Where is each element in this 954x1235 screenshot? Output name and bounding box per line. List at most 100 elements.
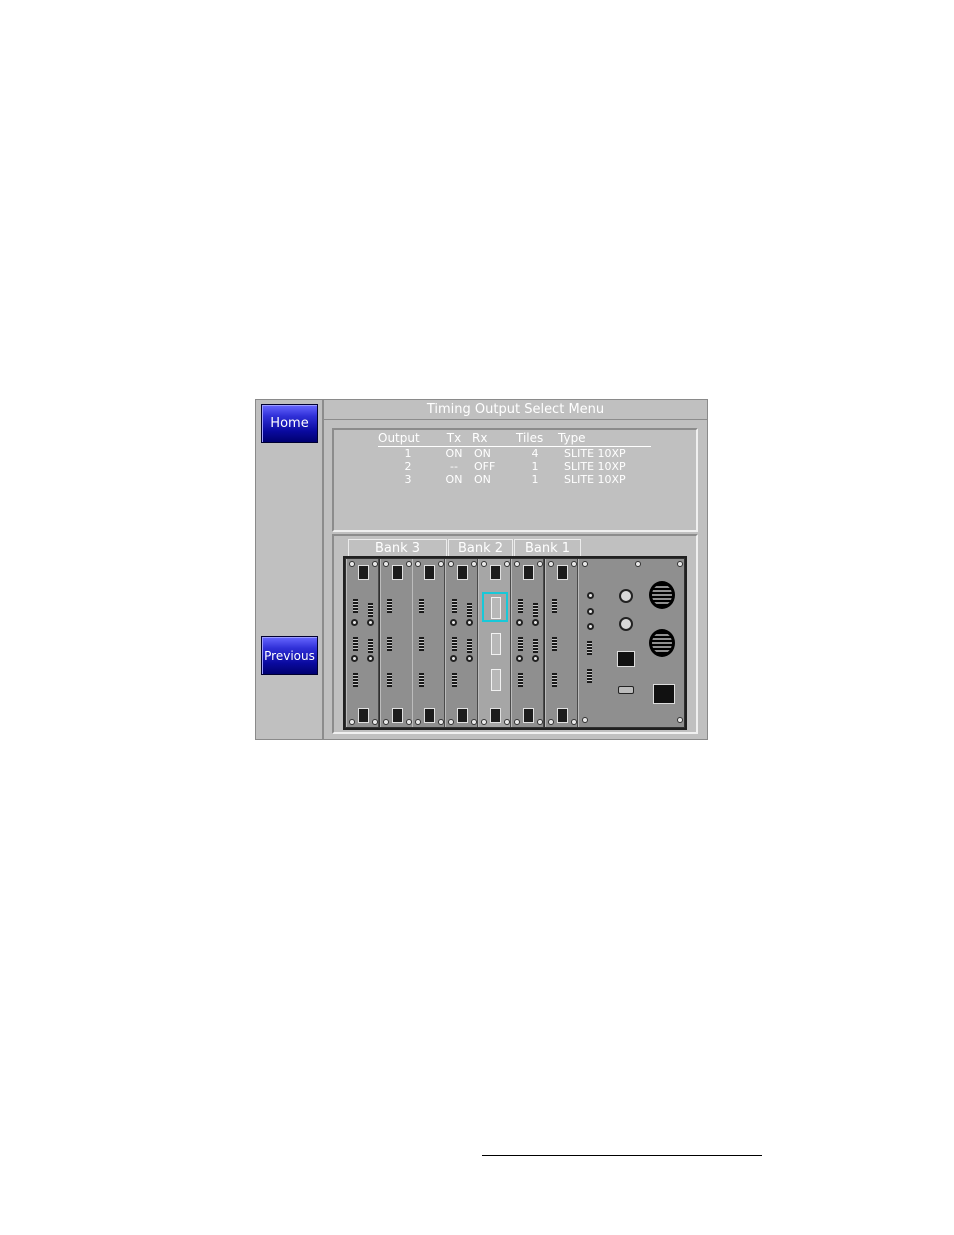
cell-output: 1 [404, 447, 412, 460]
card-latch-icon [457, 708, 468, 723]
screw-icon [349, 719, 355, 725]
bnc-connector-icon [351, 655, 358, 662]
screw-icon [471, 719, 477, 725]
card-slot[interactable] [380, 559, 413, 727]
screw-icon [548, 561, 554, 567]
connector-icon [552, 637, 557, 651]
connector-icon [368, 603, 373, 617]
connector-icon [353, 673, 358, 687]
screw-icon [548, 719, 554, 725]
card-latch-icon [557, 565, 568, 580]
din-connector-icon [619, 589, 633, 603]
bnc-connector-icon [450, 619, 457, 626]
screw-icon [677, 717, 683, 723]
timing-output-select-screen: Home Previous Timing Output Select Menu … [255, 399, 708, 740]
connector-icon [552, 599, 557, 613]
card-latch-icon [457, 565, 468, 580]
selected-card-slot[interactable] [478, 559, 511, 727]
connector-icon [467, 639, 472, 653]
output-status-panel: Output Tx Rx Tiles Type 1 ON ON 4 SLITE … [332, 428, 698, 532]
cell-tiles: 1 [531, 473, 539, 486]
rack-chassis [343, 556, 687, 730]
card-slot[interactable] [412, 559, 445, 727]
screw-icon [383, 561, 389, 567]
screw-icon [571, 719, 577, 725]
bank-1-tab[interactable]: Bank 1 [514, 539, 581, 557]
bnc-connector-icon [466, 619, 473, 626]
card-slot[interactable] [545, 559, 578, 727]
serial-port-icon [618, 686, 634, 694]
table-row[interactable]: 1 ON ON 4 SLITE 10XP [378, 447, 651, 460]
screw-icon [582, 717, 588, 723]
card-slot[interactable] [511, 559, 544, 727]
screw-icon [582, 561, 588, 567]
cell-rx: ON [474, 447, 491, 460]
screw-icon [514, 561, 520, 567]
connector-icon [387, 673, 392, 687]
bnc-connector-icon [516, 619, 523, 626]
connector-icon [452, 599, 457, 613]
screw-icon [481, 719, 487, 725]
cell-output: 3 [404, 473, 412, 486]
card-latch-icon [490, 565, 501, 580]
connector-icon [518, 673, 523, 687]
table-row[interactable]: 3 ON ON 1 SLITE 10XP [378, 473, 651, 486]
screw-icon [438, 719, 444, 725]
card-latch-icon [358, 565, 369, 580]
header-rx: Rx [472, 431, 488, 445]
cell-tiles: 1 [531, 460, 539, 473]
screw-icon [635, 561, 641, 567]
previous-button[interactable]: Previous [261, 636, 318, 675]
screw-icon [471, 561, 477, 567]
table-row[interactable]: 2 -- OFF 1 SLITE 10XP [378, 460, 651, 473]
screw-icon [537, 561, 543, 567]
bnc-connector-icon [587, 623, 594, 630]
screw-icon [481, 561, 487, 567]
bnc-connector-icon [367, 619, 374, 626]
bnc-connector-icon [450, 655, 457, 662]
connector-icon [518, 637, 523, 651]
bnc-connector-icon [351, 619, 358, 626]
card-slot[interactable] [445, 559, 478, 727]
bnc-connector-icon [587, 592, 594, 599]
screw-icon [415, 561, 421, 567]
connector-icon [552, 673, 557, 687]
footer-rule [482, 1155, 762, 1156]
bnc-connector-icon [466, 655, 473, 662]
connector-icon [587, 641, 592, 655]
bank-2-tab[interactable]: Bank 2 [448, 539, 513, 557]
connector-icon [387, 637, 392, 651]
connector-icon [353, 637, 358, 651]
bnc-connector-icon [516, 655, 523, 662]
screw-icon [372, 561, 378, 567]
power-inlet-icon [653, 684, 675, 704]
card-latch-icon [392, 708, 403, 723]
screw-icon [504, 719, 510, 725]
card-slot[interactable] [346, 559, 379, 727]
screw-icon [448, 561, 454, 567]
screw-icon [514, 719, 520, 725]
card-latch-icon [490, 708, 501, 723]
connector-icon [387, 599, 392, 613]
card-latch-icon [358, 708, 369, 723]
screw-icon [504, 561, 510, 567]
connector-icon [419, 599, 424, 613]
dvi-port-icon [491, 669, 501, 691]
header-type: Type [558, 431, 586, 445]
home-button[interactable]: Home [261, 404, 318, 443]
connector-icon [419, 637, 424, 651]
header-tiles: Tiles [516, 431, 544, 445]
connector-icon [518, 599, 523, 613]
connector-icon [533, 603, 538, 617]
fan-vent-icon [649, 629, 675, 657]
cell-output: 2 [404, 460, 412, 473]
connector-icon [353, 599, 358, 613]
cell-tx: ON [445, 447, 463, 460]
screw-icon [571, 561, 577, 567]
cell-rx: ON [474, 473, 491, 486]
connector-icon [452, 637, 457, 651]
left-button-rail: Home Previous [256, 400, 324, 739]
header-tx: Tx [446, 431, 462, 445]
cell-type: SLITE 10XP [564, 460, 626, 473]
bank-3-tab[interactable]: Bank 3 [348, 539, 447, 557]
